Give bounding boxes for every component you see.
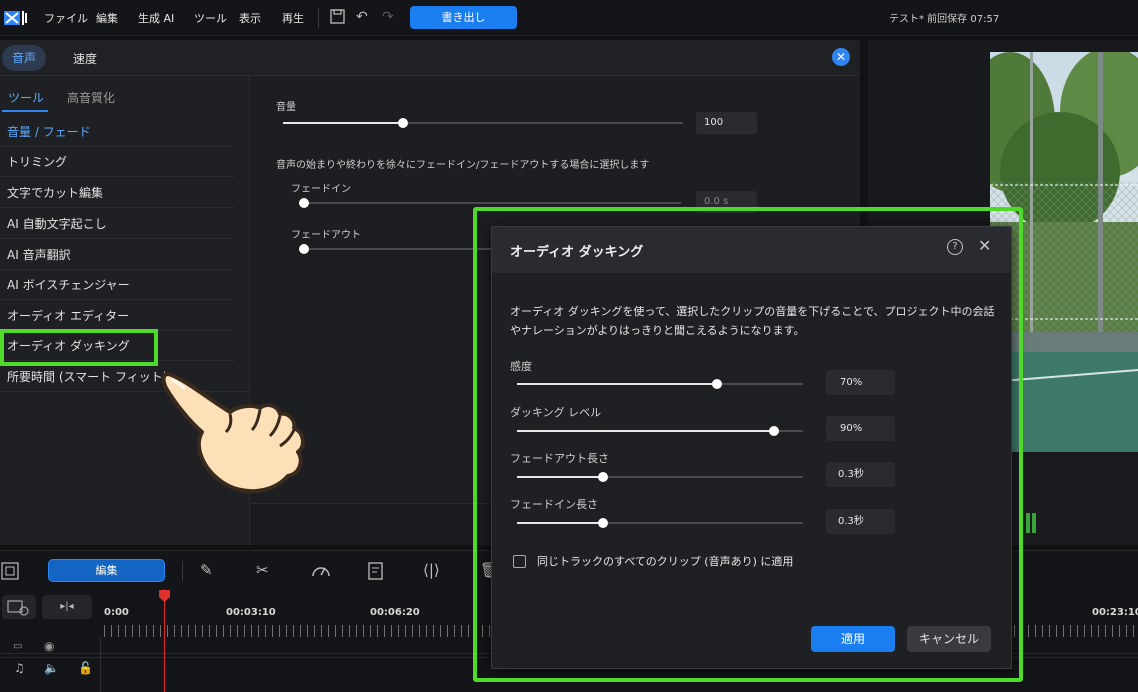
time-label: 00:23:10 — [1092, 607, 1138, 618]
sidebar-item-text-cut[interactable]: 文字でカット編集 — [0, 178, 234, 208]
music-note-icon: ♫ — [14, 661, 25, 675]
document-edit-icon[interactable] — [367, 561, 387, 581]
fade-note: 音声の始まりや終わりを徐々にフェードイン/フェードアウトする場合に選択します — [276, 160, 650, 171]
sidebar-item-ai-voice-changer[interactable]: AI ボイスチェンジャー — [0, 270, 234, 300]
menu-tools[interactable]: ツール — [194, 10, 227, 26]
tab-audio[interactable]: 音声 — [2, 45, 46, 71]
menu-bar: ファイル 編集 生成 AI ツール 表示 再生 ↶ ↷ 書き出し テスト* 前回… — [0, 0, 1138, 36]
time-label: 0:00 — [104, 607, 129, 618]
menu-generative-ai[interactable]: 生成 AI — [138, 10, 174, 26]
sub-tab-enhance[interactable]: 高音質化 — [67, 89, 115, 106]
audio-meter-right — [1032, 513, 1036, 533]
highlight-box-ducking-item — [0, 329, 158, 366]
sidebar-item-trimming[interactable]: トリミング — [0, 147, 234, 177]
pen-icon[interactable]: ✎ — [200, 561, 213, 579]
sidebar-item-ai-transcribe[interactable]: AI 自動文字起こし — [0, 209, 234, 239]
playhead-handle[interactable] — [158, 589, 171, 603]
track-header-divider — [100, 637, 101, 692]
volume-slider-fill — [283, 122, 403, 124]
volume-value[interactable]: 100 — [696, 112, 757, 134]
menu-view[interactable]: 表示 — [239, 10, 261, 26]
close-panel-icon[interactable]: ✕ — [832, 48, 850, 66]
pointing-hand-illustration — [161, 372, 305, 494]
menu-file[interactable]: ファイル — [44, 10, 88, 26]
sidebar-item-volume-fade[interactable]: 音量 / フェード — [0, 117, 234, 147]
menu-playback[interactable]: 再生 — [282, 10, 304, 26]
tab-speed[interactable]: 速度 — [73, 50, 97, 67]
fade-out-label: フェードアウト — [291, 230, 361, 241]
eye-icon[interactable]: ◉ — [44, 639, 54, 653]
export-button[interactable]: 書き出し — [410, 6, 517, 29]
panel-tabs: 音声 速度 ✕ — [0, 40, 860, 76]
menu-edit[interactable]: 編集 — [96, 10, 118, 26]
volume-slider[interactable] — [283, 118, 683, 128]
audio-meter-left — [1026, 513, 1030, 533]
sidebar-item-audio-editor[interactable]: オーディオ エディター — [0, 301, 234, 331]
save-icon[interactable] — [330, 9, 345, 24]
scissors-icon[interactable]: ✂ — [256, 561, 269, 579]
project-title: テスト* 前回保存 07:57 — [889, 14, 1000, 25]
split-audio-icon[interactable]: ⟨|⟩ — [423, 561, 440, 579]
volume-slider-knob[interactable] — [398, 118, 408, 128]
volume-label: 音量 — [276, 102, 296, 113]
sub-tab-underline — [2, 110, 48, 112]
lock-icon[interactable]: 🔓 — [78, 661, 93, 675]
sub-tab-tools[interactable]: ツール — [8, 89, 44, 106]
fade-in-slider-knob[interactable] — [299, 198, 309, 208]
undo-icon[interactable]: ↶ — [356, 9, 368, 25]
redo-icon[interactable]: ↷ — [382, 9, 394, 25]
fade-out-slider-knob[interactable] — [299, 244, 309, 254]
app-logo-icon — [4, 11, 27, 25]
speaker-icon[interactable]: 🔈 — [44, 661, 59, 675]
time-label: 00:03:10 — [226, 607, 276, 618]
timeline-divider — [182, 561, 183, 581]
time-label: 00:06:20 — [370, 607, 420, 618]
menu-divider — [318, 8, 319, 28]
subtitle-track-icon[interactable]: ▭ — [13, 641, 22, 652]
sidebar-item-ai-translate[interactable]: AI 音声翻訳 — [0, 240, 234, 270]
fade-in-slider[interactable] — [299, 198, 681, 208]
playhead[interactable] — [164, 589, 165, 692]
speed-icon[interactable] — [311, 561, 331, 579]
timeline-layout-icon[interactable] — [0, 561, 20, 581]
add-track-button[interactable] — [2, 595, 36, 619]
highlight-box-dialog — [473, 207, 1023, 682]
fade-in-label: フェードイン — [291, 184, 351, 195]
edit-button[interactable]: 編集 — [48, 559, 165, 582]
fit-timeline-button[interactable]: ▸|◂ — [42, 595, 92, 619]
